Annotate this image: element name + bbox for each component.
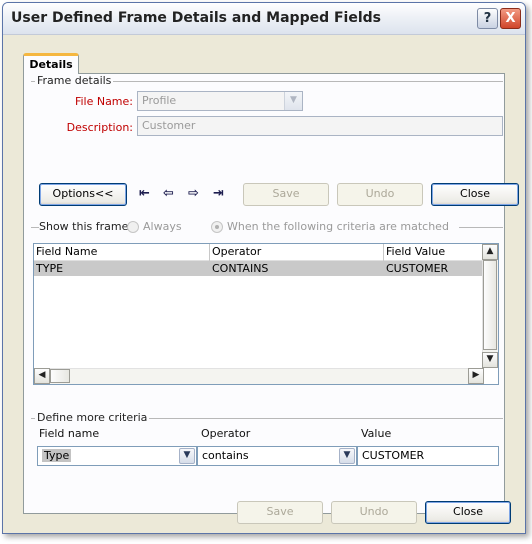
file-name-label: File Name: [74, 95, 133, 108]
value-label: Value [361, 427, 392, 440]
column-header-field-value[interactable]: Field Value [384, 244, 484, 261]
field-name-label: Field name [39, 427, 100, 440]
last-record-icon[interactable]: ⇥ [213, 187, 224, 201]
show-frame-line-right [459, 227, 503, 228]
toolbar-save-button[interactable]: Save [243, 183, 329, 206]
tab-strip: Details [23, 51, 505, 75]
footer-close-button[interactable]: Close [425, 501, 511, 524]
first-record-icon[interactable]: ⇤ [139, 187, 150, 201]
field-name-select-value: Type [42, 449, 72, 462]
always-radio-label: Always [143, 220, 182, 233]
window-close-button[interactable]: X [500, 8, 521, 29]
criteria-grid[interactable]: Field Name Operator Field Value TYPE CON… [33, 243, 499, 385]
scroll-up-icon[interactable]: ▲ [482, 244, 498, 260]
scroll-left-icon[interactable]: ◀ [34, 368, 50, 384]
value-input-text: CUSTOMER [362, 449, 425, 462]
tab-details[interactable]: Details [23, 53, 79, 75]
file-name-combo[interactable]: Profile ▼ [137, 91, 303, 111]
table-row[interactable]: TYPE CONTAINS CUSTOMER [34, 261, 484, 276]
chevron-down-icon: ▼ [284, 92, 302, 110]
toolbar-undo-button[interactable]: Undo [337, 183, 423, 206]
file-name-value: Profile [142, 94, 177, 107]
column-header-operator[interactable]: Operator [210, 244, 384, 261]
description-value: Customer [142, 119, 196, 132]
always-radio[interactable] [127, 221, 139, 233]
footer-save-button[interactable]: Save [237, 501, 323, 524]
window-title: User Defined Frame Details and Mapped Fi… [11, 10, 381, 26]
footer-undo-button[interactable]: Undo [331, 501, 417, 524]
help-button[interactable]: ? [477, 8, 498, 29]
scroll-down-icon[interactable]: ▼ [482, 352, 498, 368]
scroll-right-icon[interactable]: ▶ [468, 368, 484, 384]
description-input[interactable]: Customer [137, 116, 503, 136]
field-name-select[interactable]: Type ▼ [37, 446, 197, 466]
grid-header: Field Name Operator Field Value [34, 244, 484, 261]
vertical-scroll-thumb[interactable] [483, 260, 497, 350]
chevron-down-icon[interactable]: ▼ [179, 448, 195, 464]
cell-operator: CONTAINS [212, 262, 269, 275]
criteria-radio[interactable] [211, 221, 223, 233]
next-record-icon[interactable]: ⇨ [188, 187, 199, 201]
operator-select-value: contains [202, 449, 249, 462]
define-criteria-group-label: Define more criteria [35, 411, 150, 424]
description-label: Description: [66, 121, 133, 134]
chevron-down-icon[interactable]: ▼ [339, 448, 355, 464]
options-button[interactable]: Options<< [39, 183, 127, 206]
horizontal-scrollbar[interactable]: ◀ ▶ [34, 368, 484, 384]
value-input[interactable]: CUSTOMER [357, 446, 499, 466]
vertical-scrollbar[interactable]: ▲ ▼ [482, 244, 498, 368]
criteria-radio-label: When the following criteria are matched [227, 220, 449, 233]
operator-label: Operator [201, 427, 251, 440]
operator-select[interactable]: contains ▼ [197, 446, 357, 466]
cell-field-name: TYPE [36, 262, 64, 275]
toolbar-close-button[interactable]: Close [431, 183, 519, 206]
dialog-window: User Defined Frame Details and Mapped Fi… [2, 2, 526, 534]
frame-details-group-label: Frame details [35, 74, 114, 87]
cell-field-value: CUSTOMER [386, 262, 449, 275]
show-frame-label: Show this frame: [39, 220, 133, 233]
horizontal-scroll-thumb[interactable] [50, 369, 70, 383]
title-bar: User Defined Frame Details and Mapped Fi… [3, 3, 525, 35]
previous-record-icon[interactable]: ⇦ [163, 187, 174, 201]
column-header-field-name[interactable]: Field Name [34, 244, 210, 261]
